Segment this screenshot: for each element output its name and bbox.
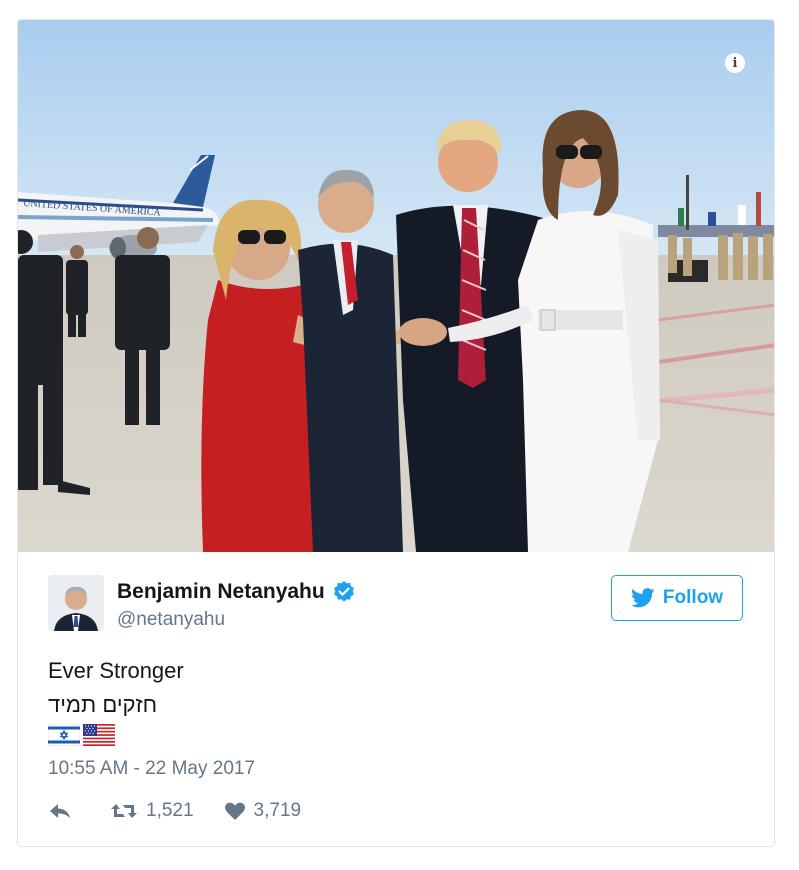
tweet-timestamp[interactable]: 10:55 AM - 22 May 2017 [48, 758, 255, 780]
author-name[interactable]: Benjamin Netanyahu [117, 580, 325, 604]
author-handle[interactable]: @netanyahu [117, 609, 225, 631]
tweet-card: UNITED STATES OF AMERICA i Benjamin Neta… [17, 19, 775, 847]
verified-badge-icon [332, 580, 356, 604]
israel-flag-icon [48, 724, 80, 746]
author-name-row[interactable]: Benjamin Netanyahu [117, 580, 356, 604]
info-icon[interactable]: i [725, 53, 745, 73]
like-count: 3,719 [253, 800, 302, 821]
follow-label: Follow [662, 587, 724, 608]
flag-emojis [48, 724, 115, 746]
tweet-text-line2: חזקים תמיד [48, 692, 158, 717]
reply-icon [50, 804, 70, 818]
avatar[interactable] [48, 575, 104, 631]
tweet-actions: 1,521 3,719 [48, 800, 301, 822]
retweet-button[interactable]: 1,521 [110, 800, 194, 822]
follow-button[interactable]: Follow [611, 575, 743, 621]
like-button[interactable]: 3,719 [224, 800, 302, 822]
tweet-text-line1: Ever Stronger [48, 658, 184, 683]
reply-button[interactable] [48, 801, 80, 821]
retweet-icon [111, 804, 137, 818]
twitter-bird-icon [630, 588, 655, 608]
heart-icon [224, 802, 245, 820]
retweet-count: 1,521 [146, 800, 194, 821]
tweet-photo[interactable]: UNITED STATES OF AMERICA i [18, 20, 774, 552]
us-flag-icon [83, 724, 115, 746]
